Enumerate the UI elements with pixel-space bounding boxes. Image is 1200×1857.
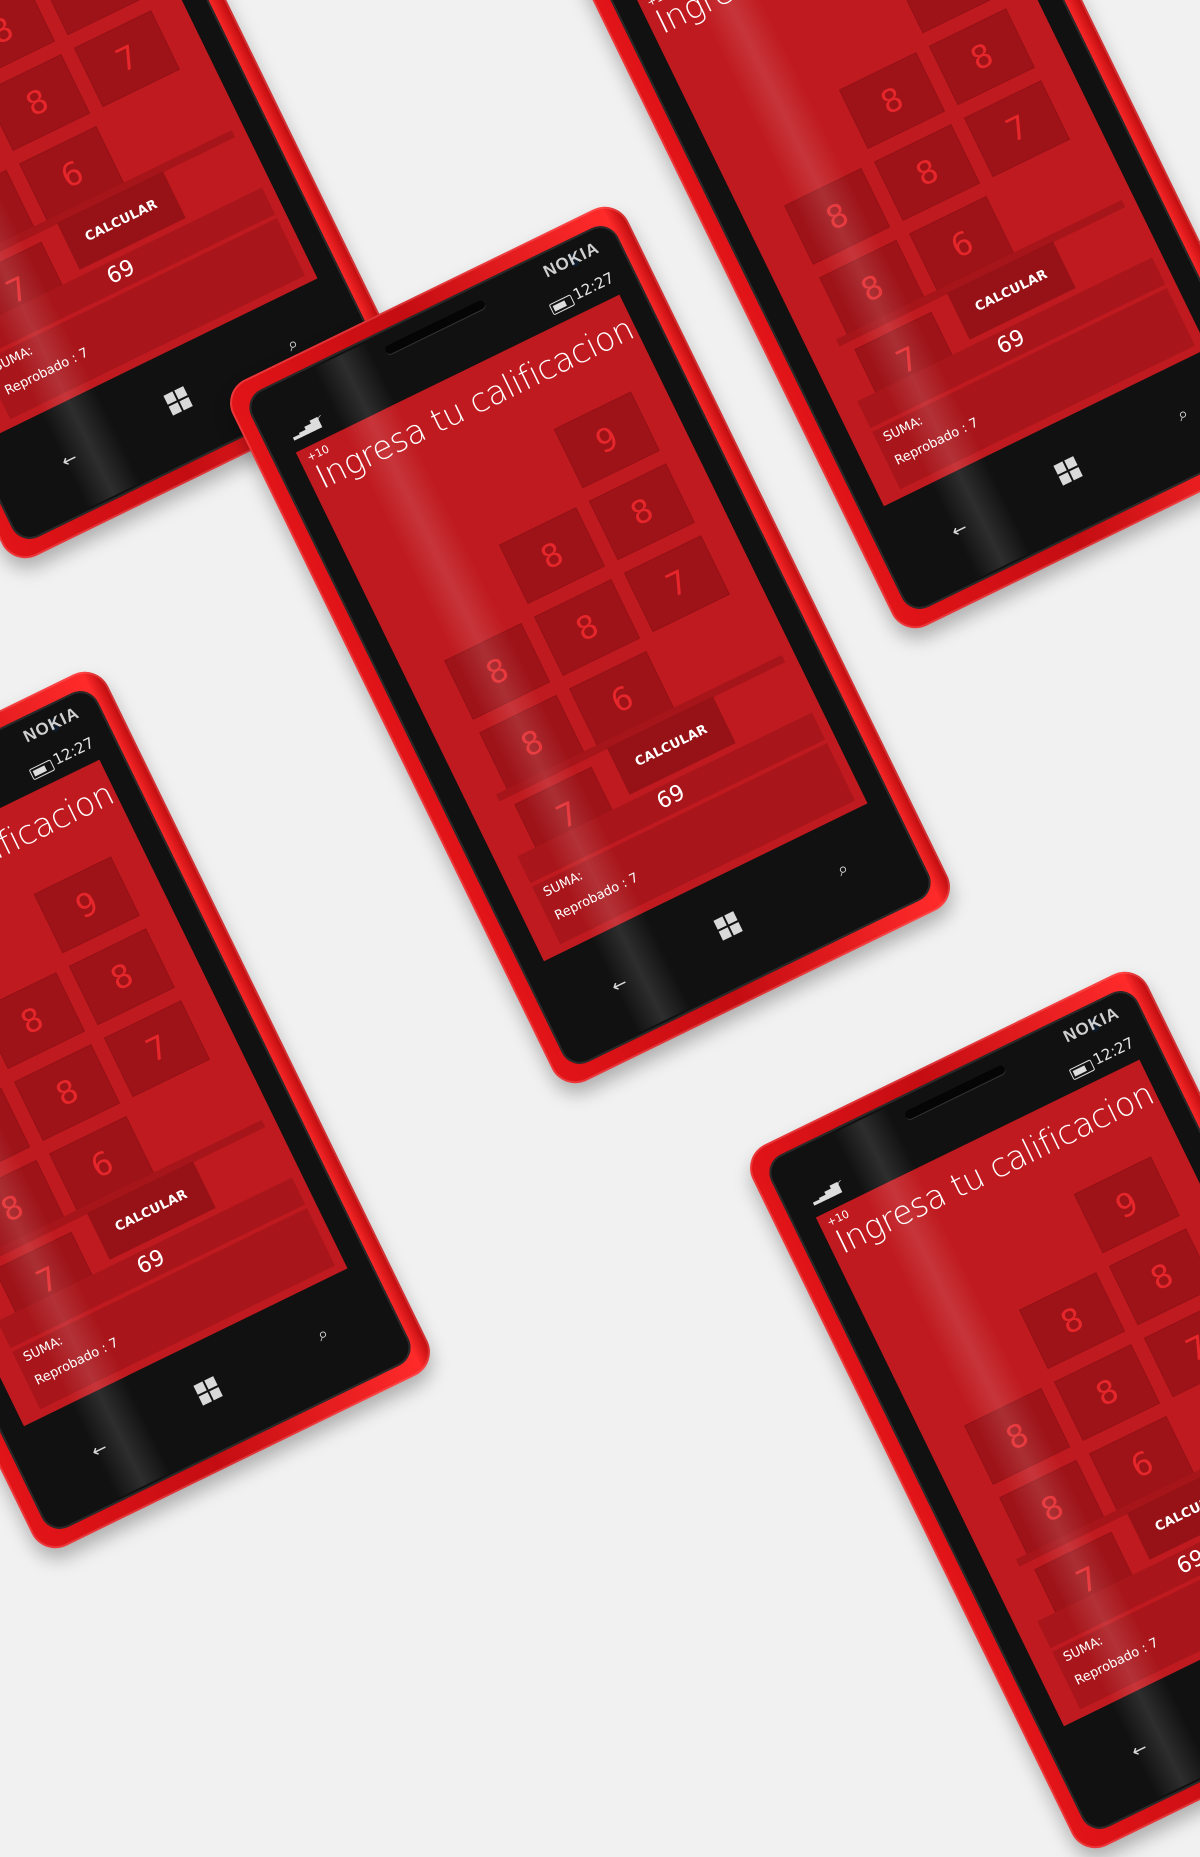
phone-bottom-left: NOKIA ▂▃▅▇ ◜ 12:27 +10 Ingresa tu califi… (0, 663, 439, 1557)
grade-input[interactable]: 7 (74, 10, 180, 107)
grade-input[interactable]: 7 (104, 1000, 210, 1097)
grade-input[interactable]: 7 (624, 535, 730, 632)
windows-icon[interactable] (163, 386, 192, 415)
search-icon[interactable]: ⌕ (1174, 403, 1192, 426)
back-icon[interactable]: ← (58, 447, 81, 472)
windows-icon[interactable] (193, 1376, 222, 1405)
back-icon[interactable]: ← (948, 517, 971, 542)
windows-icon[interactable] (1053, 456, 1082, 485)
back-icon[interactable]: ← (88, 1437, 111, 1462)
back-icon[interactable]: ← (608, 972, 631, 997)
phone-bottom-right: NOKIA ▂▃▅▇ ◜ 12:27 +10 Ingresa tu califi… (741, 963, 1200, 1857)
search-icon[interactable]: ⌕ (834, 858, 852, 881)
windows-icon[interactable] (713, 911, 742, 940)
search-icon[interactable]: ⌕ (314, 1323, 332, 1346)
grade-input[interactable]: 7 (964, 80, 1070, 177)
back-icon[interactable]: ← (1128, 1737, 1151, 1762)
